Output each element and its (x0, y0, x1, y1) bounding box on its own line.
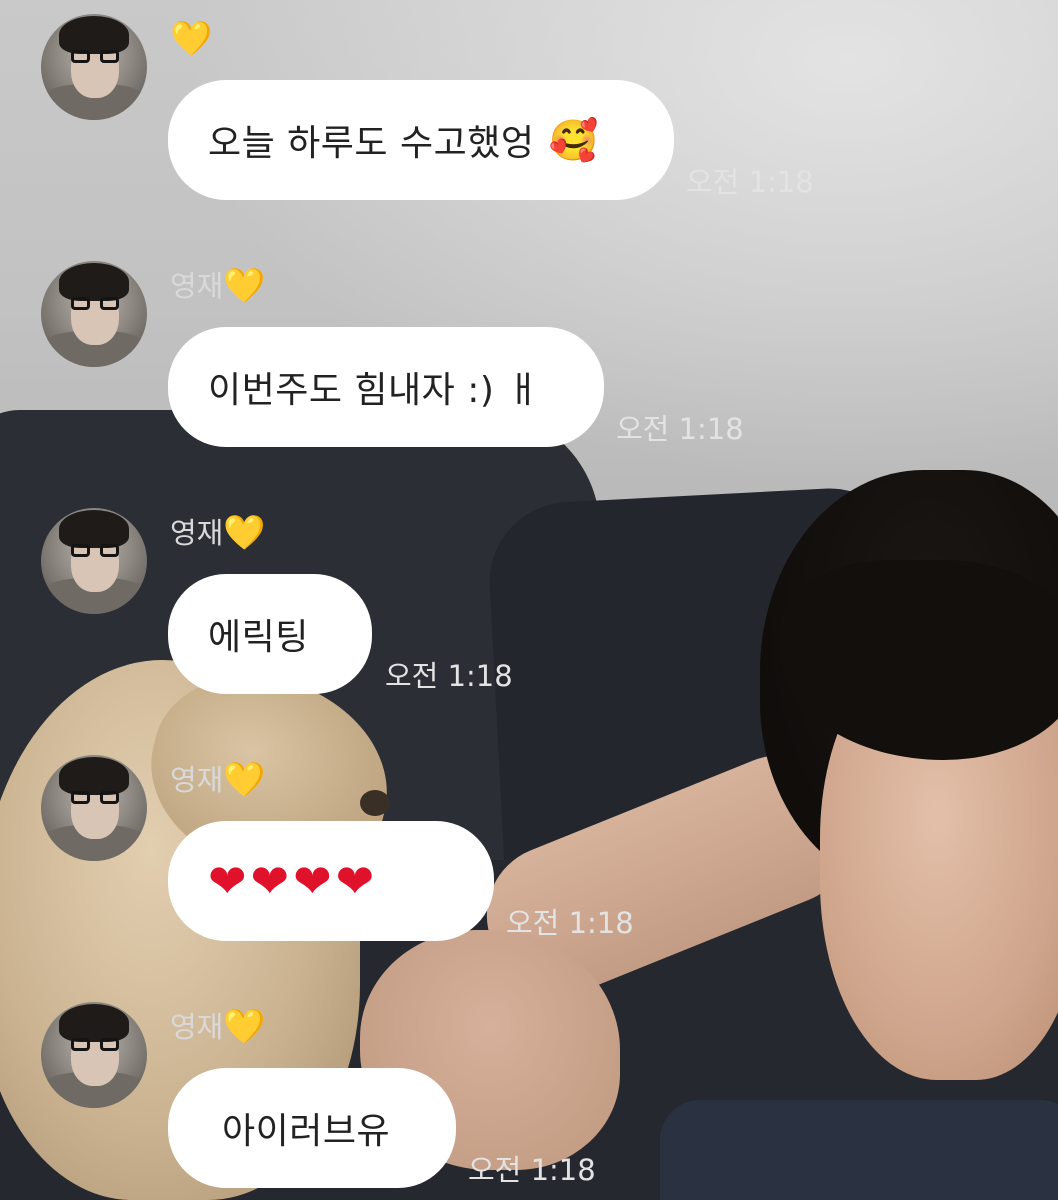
sender-name: 영재💛 (170, 1007, 266, 1047)
avatar[interactable] (41, 508, 147, 614)
message-timestamp: 오전 1:18 (468, 1153, 596, 1187)
message-text: 아이러브유 (222, 1111, 391, 1152)
message-bubble[interactable]: 이번주도 힘내자 :) ㅐ (168, 327, 604, 447)
message-timestamp: 오전 1:18 (686, 165, 814, 199)
avatar[interactable] (41, 1002, 147, 1108)
yellow-heart-icon: 💛 (223, 1007, 266, 1047)
message-bubble[interactable]: 에릭팅 (168, 574, 372, 694)
yellow-heart-icon: 💛 (223, 513, 266, 553)
avatar[interactable] (41, 755, 147, 861)
message-timestamp: 오전 1:18 (616, 412, 744, 446)
message-timestamp: 오전 1:18 (385, 659, 513, 693)
message-bubble[interactable]: 아이러브유 (168, 1068, 456, 1188)
yellow-heart-icon: 💛 (223, 760, 266, 800)
sender-name-text: 영재 (170, 516, 224, 550)
message-text: 이번주도 힘내자 :) ㅐ (208, 370, 540, 411)
sender-name: 영재💛 (170, 266, 266, 306)
sender-name: 영재💛 (170, 513, 266, 553)
message-bubble[interactable]: 오늘 하루도 수고했엉 🥰 (168, 80, 674, 200)
chat-message-list[interactable]: 💛 오늘 하루도 수고했엉 🥰 오전 1:18 영재💛 이번주도 힘내자 :) … (0, 0, 1058, 1200)
sender-name-text: 영재 (170, 763, 224, 797)
sender-name-text: 영재 (170, 1010, 224, 1044)
red-heart-icons: ❤❤❤❤ (208, 854, 379, 908)
message-text: 에릭팅 (208, 617, 309, 658)
avatar[interactable] (41, 261, 147, 367)
message-timestamp: 오전 1:18 (506, 906, 634, 940)
yellow-heart-icon: 💛 (223, 266, 266, 306)
message-bubble[interactable]: ❤❤❤❤ (168, 821, 494, 941)
smiling-face-with-hearts-icon: 🥰 (548, 117, 599, 164)
avatar[interactable] (41, 14, 147, 120)
yellow-heart-icon: 💛 (170, 19, 213, 59)
sender-name: 영재💛 (170, 760, 266, 800)
sender-name-text: 영재 (170, 269, 224, 303)
sender-name: 💛 (170, 19, 212, 59)
message-text: 오늘 하루도 수고했엉 (208, 123, 535, 164)
